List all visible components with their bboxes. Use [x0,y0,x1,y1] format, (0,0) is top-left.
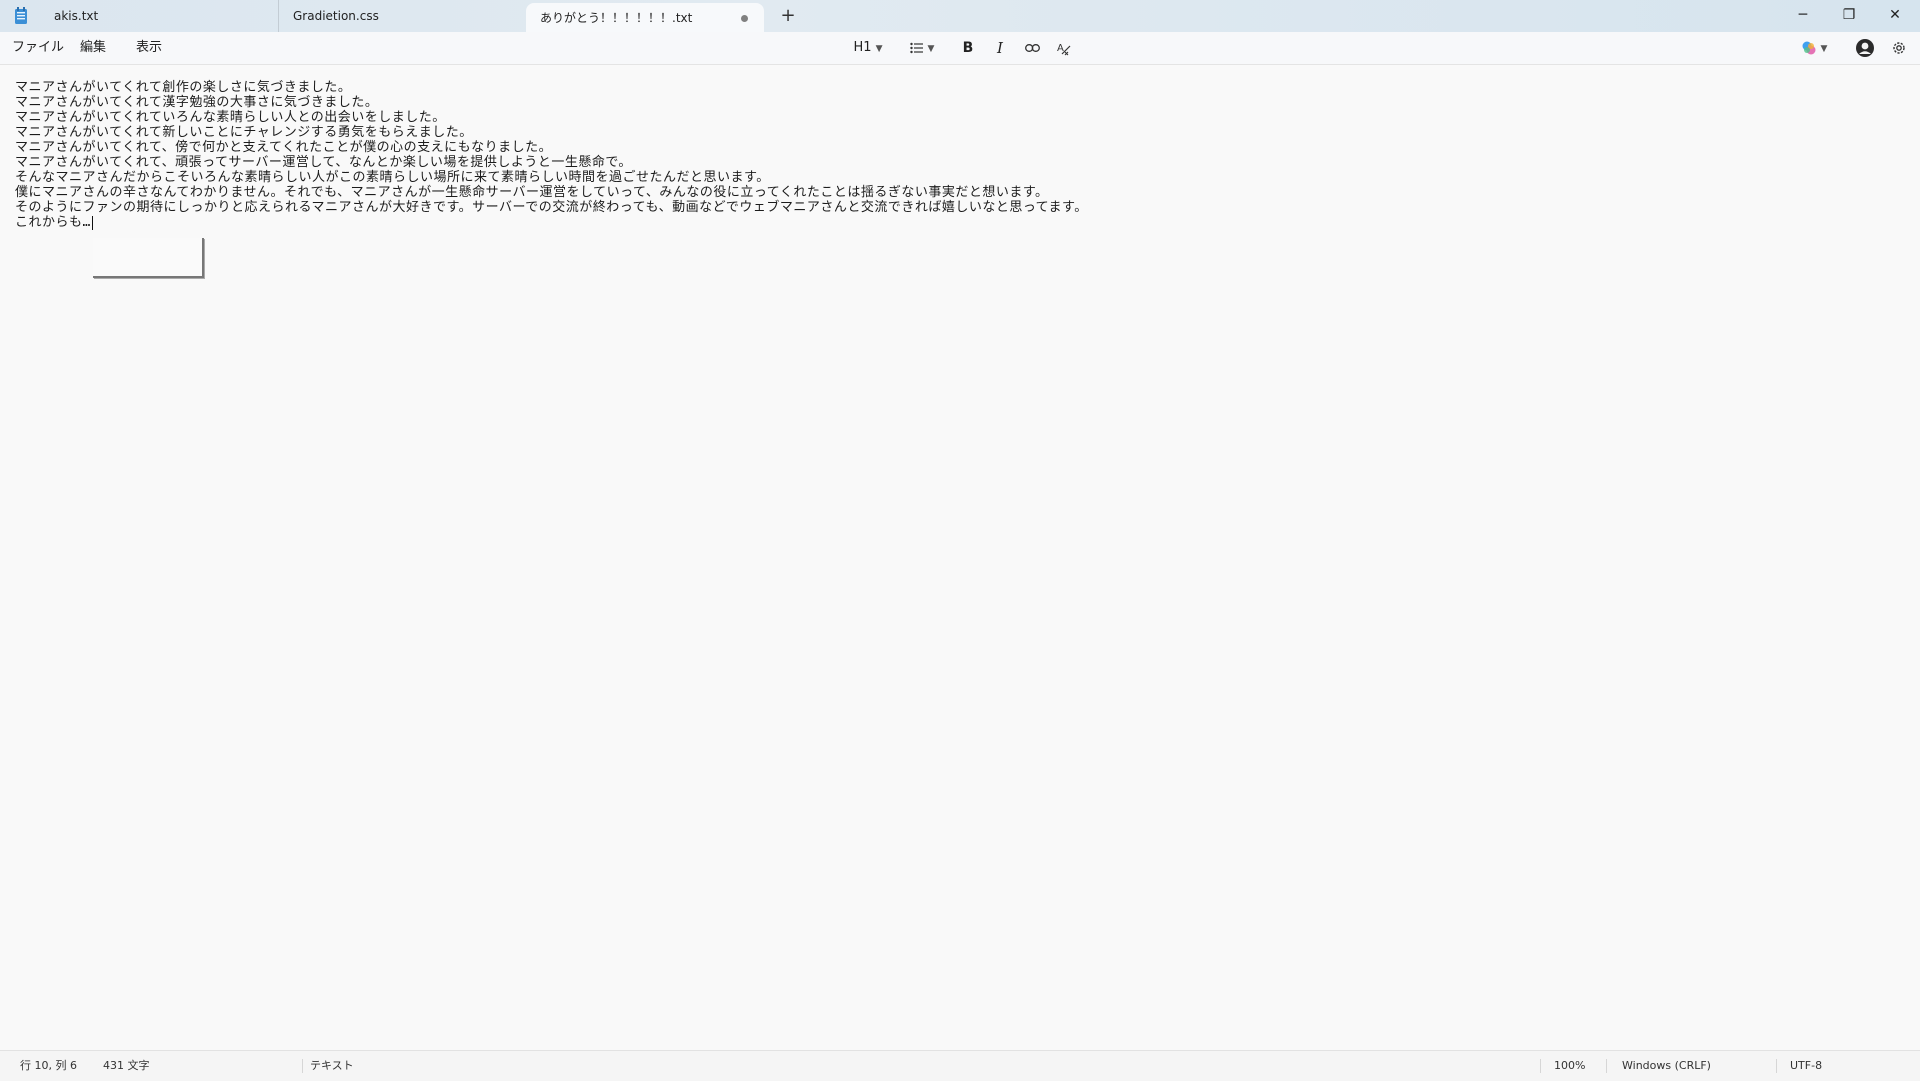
character-count: 431 文字 [103,1059,150,1072]
list-dropdown[interactable]: ▼ [904,38,940,58]
chevron-down-icon: ▼ [1820,44,1828,54]
chevron-down-icon: ▼ [927,44,935,54]
account-icon [1856,39,1874,57]
new-tab-button[interactable]: + [778,6,798,26]
editor-text[interactable]: マニアさんがいてくれて創作の楽しさに気づきました。 マニアさんがいてくれて漢字勉… [15,80,1088,230]
link-button[interactable] [1022,38,1042,58]
menu-view[interactable]: 表示 [136,32,162,64]
italic-button[interactable]: I [990,38,1010,58]
settings-button[interactable] [1888,38,1910,58]
editor-line: マニアさんがいてくれて、傍で何かと支えてくれたことが僕の心の支えにもなりました。 [15,140,553,155]
maximize-button[interactable]: ❐ [1826,0,1872,30]
status-bar: 行 10, 列 6 431 文字 テキスト 100% Windows (CRLF… [0,1050,1920,1081]
status-divider [1606,1059,1607,1073]
editor-line: マニアさんがいてくれて、頑張ってサーバー運営して、なんとか楽しい場を提供しようと… [15,155,632,170]
tab-label: Gradietion.css [293,9,379,23]
text-caret [91,215,93,230]
tab-label: ありがとう！！！！！！.txt [540,11,693,25]
bold-button[interactable]: B [958,38,978,58]
tab-arigatou-active[interactable]: ありがとう！！！！！！.txt [526,3,764,32]
clear-formatting-button[interactable]: A [1054,38,1074,58]
status-divider [302,1059,303,1073]
notepad-app-icon [15,7,27,24]
gear-icon [1893,41,1905,54]
line-ending[interactable]: Windows (CRLF) [1622,1051,1711,1081]
format-indicator[interactable]: テキスト [310,1051,354,1081]
editor-line: そんなマニアさんだからこそいろんな素晴らしい人がこの素晴らしい場所に来て素晴らし… [15,170,770,185]
text-editor[interactable]: マニアさんがいてくれて創作の楽しさに気づきました。 マニアさんがいてくれて漢字勉… [0,65,1920,1050]
copilot-icon [1802,41,1816,54]
status-divider [1776,1059,1777,1073]
editor-line: マニアさんがいてくれて漢字勉強の大事さに気づきました。 [15,95,379,110]
editor-line: マニアさんがいてくれて創作の楽しさに気づきました。 [15,80,352,95]
zoom-level[interactable]: 100% [1554,1051,1585,1081]
encoding[interactable]: UTF-8 [1790,1051,1822,1081]
status-divider [1540,1059,1541,1073]
close-button[interactable]: ✕ [1872,0,1918,30]
editor-line: マニアさんがいてくれていろんな素晴らしい人との出会いをしました。 [15,110,446,125]
copilot-dropdown[interactable]: ▼ [1796,38,1832,58]
list-icon [909,42,923,53]
editor-line-current: これからも… [15,215,1088,230]
unsaved-dot-icon[interactable] [741,15,748,22]
editor-line: マニアさんがいてくれて新しいことにチャレンジする勇気をもらえました。 [15,125,473,140]
menu-toolbar: ファイル 編集 表示 H1 ▼ ▼ B I A ▼ [0,32,1920,65]
editor-line: そのようにファンの期待にしっかりと応えられるマニアさんが大好きです。サーバーでの… [15,200,1088,215]
tab-akis[interactable]: akis.txt [40,0,276,32]
tab-gradietion[interactable]: Gradietion.css [278,0,524,32]
account-button[interactable] [1854,38,1876,58]
editor-line: 僕にマニアさんの辛さなんてわかりません。それでも、マニアさんが一生懸命サーバー運… [15,185,1049,200]
clear-format-icon: A [1057,43,1071,55]
title-bar: akis.txt Gradietion.css ありがとう！！！！！！.txt … [0,0,1920,32]
tab-label: akis.txt [54,9,99,23]
editor-line-text: これからも… [15,215,91,230]
link-icon [1024,43,1040,52]
minimize-button[interactable]: ─ [1780,0,1826,30]
chevron-down-icon: ▼ [875,44,883,54]
menu-file[interactable]: ファイル [12,32,64,64]
menu-edit[interactable]: 編集 [80,32,106,64]
heading-dropdown[interactable]: H1 ▼ [848,38,888,58]
ime-candidate-box [93,238,204,278]
cursor-position: 行 10, 列 6 [20,1059,77,1072]
heading-label: H1 [853,40,872,55]
